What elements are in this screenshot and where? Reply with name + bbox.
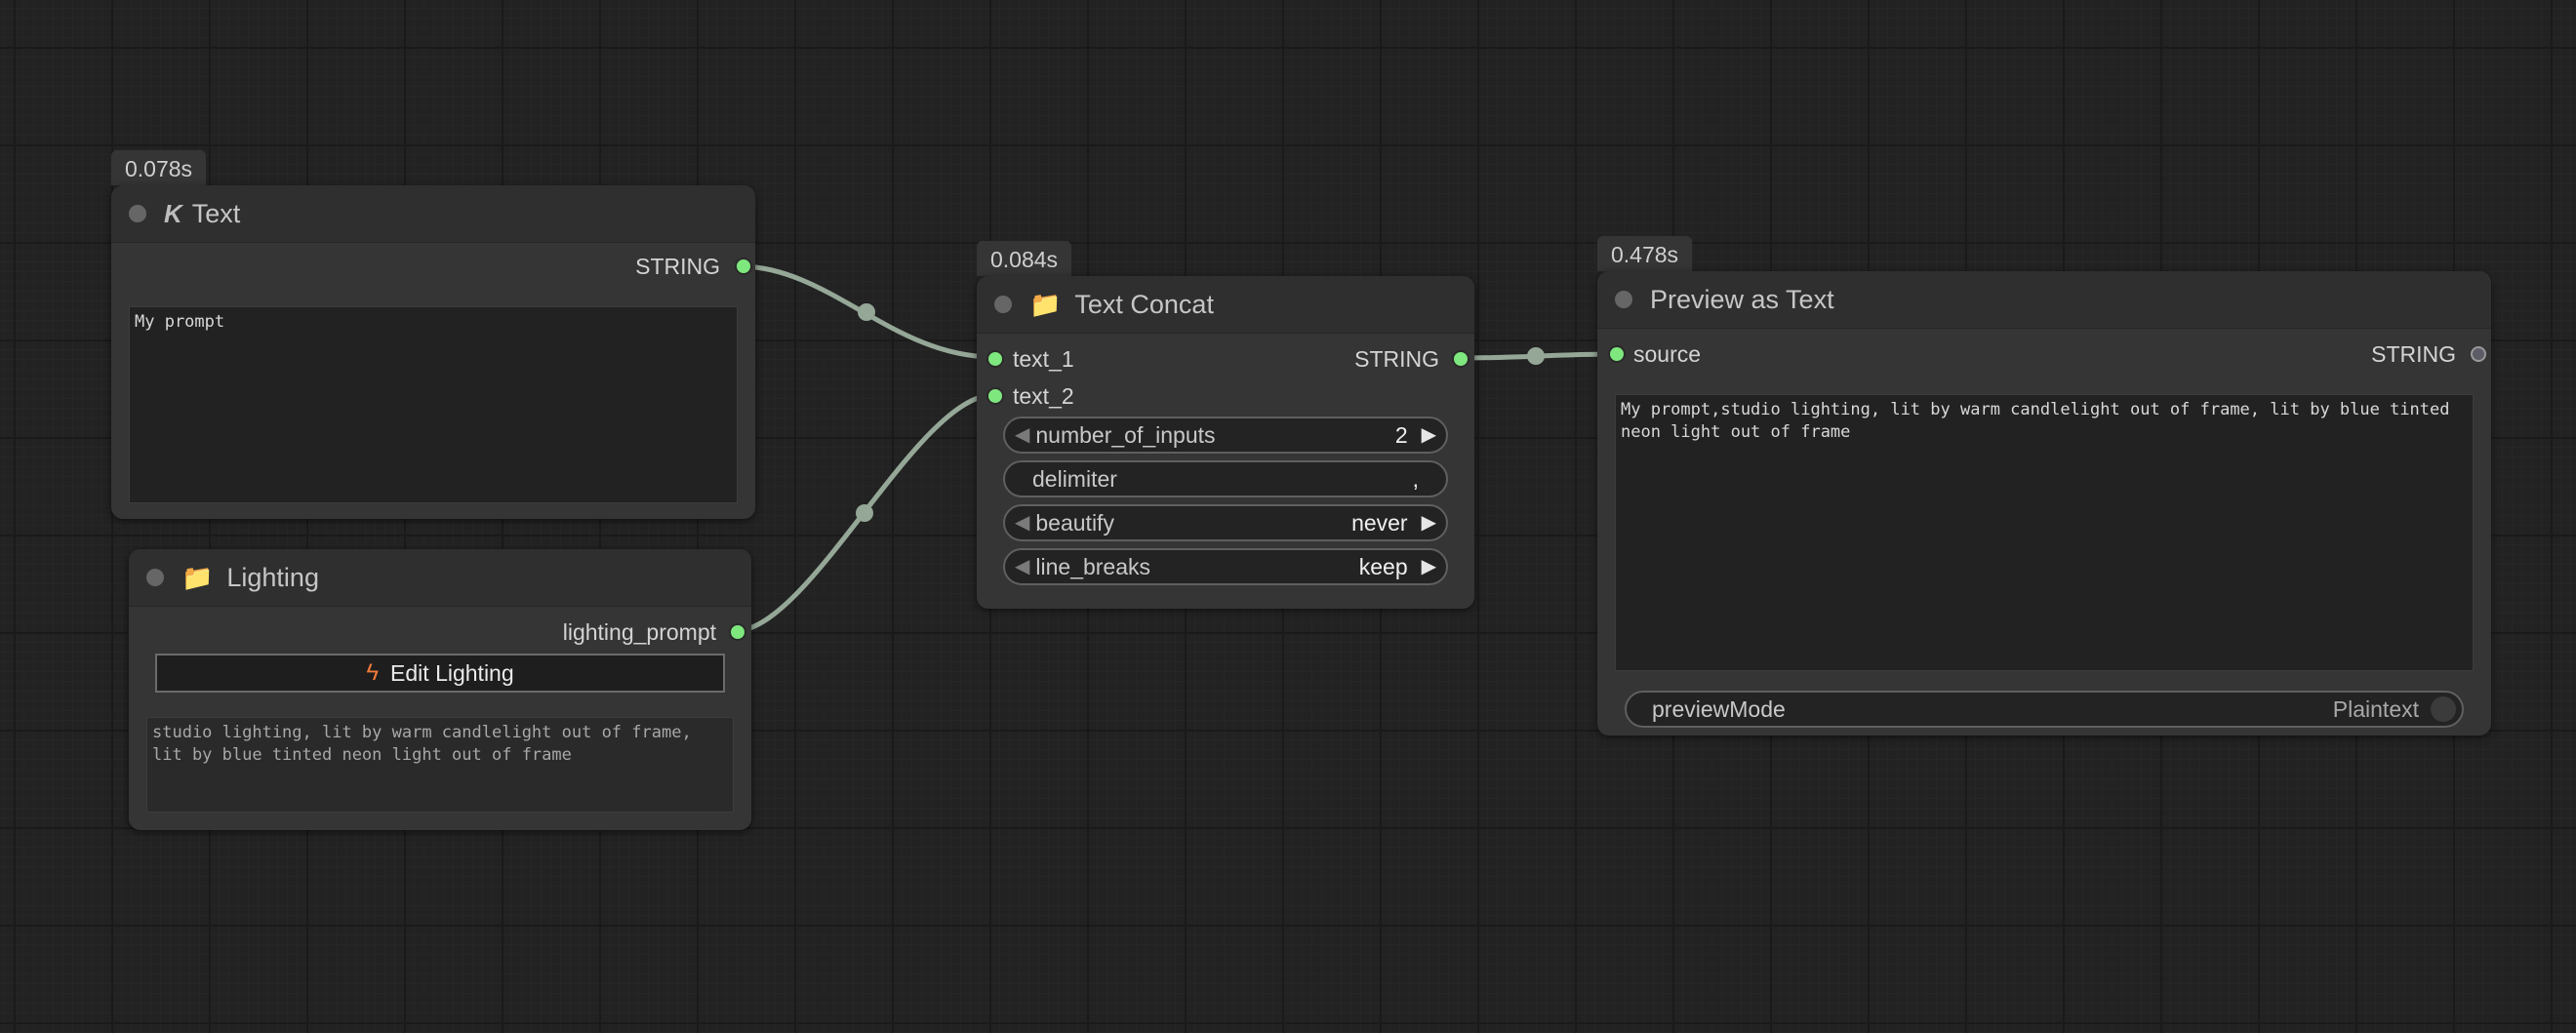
text-concat-node[interactable]: 📁 Text Concat text_1 text_2 STRING ◀ num… bbox=[977, 276, 1474, 609]
collapse-toggle-icon[interactable] bbox=[146, 569, 164, 586]
output-slot-label: STRING bbox=[1354, 346, 1439, 372]
decrement-arrow-icon[interactable]: ◀ bbox=[1015, 557, 1029, 576]
widget-value: 2 bbox=[1394, 421, 1408, 448]
output-slot-string[interactable] bbox=[1452, 350, 1469, 368]
collapse-toggle-icon[interactable] bbox=[129, 205, 146, 222]
input-slot-source[interactable] bbox=[1608, 345, 1626, 363]
input-slot-label: text_2 bbox=[1013, 383, 1074, 409]
execution-time-badge: 0.078s bbox=[111, 150, 207, 185]
input-slot-label: text_1 bbox=[1013, 346, 1074, 372]
toggle-knob-icon[interactable] bbox=[2431, 696, 2456, 722]
node-title-bar[interactable]: 📁 Lighting bbox=[129, 549, 751, 607]
node-title-bar[interactable]: K Text bbox=[111, 185, 755, 243]
delimiter-widget[interactable]: delimiter , bbox=[1003, 460, 1448, 497]
output-slot-label: STRING bbox=[635, 254, 720, 279]
folder-icon: 📁 bbox=[181, 563, 214, 592]
widget-label: beautify bbox=[1035, 509, 1114, 536]
widget-label: previewMode bbox=[1652, 695, 1786, 722]
decrement-arrow-icon[interactable]: ◀ bbox=[1015, 425, 1029, 445]
node-title: Text bbox=[191, 198, 241, 228]
output-slot-label: lighting_prompt bbox=[562, 619, 716, 645]
node-title: Lighting bbox=[226, 562, 319, 592]
execution-time-badge: 0.478s bbox=[1597, 236, 1693, 271]
node-title: Text Concat bbox=[1074, 289, 1214, 319]
text-node[interactable]: K Text STRING My prompt bbox=[111, 185, 755, 519]
increment-arrow-icon[interactable]: ▶ bbox=[1422, 557, 1436, 576]
edit-lighting-button[interactable]: ϟ Edit Lighting bbox=[155, 654, 725, 693]
preview-text-area[interactable]: My prompt,studio lighting, lit by warm c… bbox=[1615, 394, 2474, 671]
widget-label: number_of_inputs bbox=[1035, 421, 1216, 448]
widget-value: keep bbox=[1358, 553, 1408, 579]
node-title: Preview as Text bbox=[1650, 284, 1834, 314]
output-slot-lighting-prompt[interactable] bbox=[729, 623, 746, 641]
output-slot-label: STRING bbox=[2371, 341, 2456, 367]
beautify-widget[interactable]: ◀ beautify never ▶ bbox=[1003, 504, 1448, 541]
lighting-text-area[interactable]: studio lighting, lit by warm candlelight… bbox=[146, 717, 734, 813]
preview-mode-toggle[interactable]: previewMode Plaintext bbox=[1625, 691, 2464, 728]
number-of-inputs-widget[interactable]: ◀ number_of_inputs 2 ▶ bbox=[1003, 417, 1448, 454]
execution-time-badge: 0.084s bbox=[977, 241, 1072, 276]
lighting-node[interactable]: 📁 Lighting lighting_prompt ϟ Edit Lighti… bbox=[129, 549, 751, 830]
lightning-bolt-icon: ϟ bbox=[366, 659, 380, 686]
widget-value: never bbox=[1351, 509, 1408, 536]
widget-label: delimiter bbox=[1032, 465, 1117, 492]
widget-value: , bbox=[1412, 465, 1419, 492]
output-slot-string[interactable] bbox=[735, 258, 752, 275]
preview-as-text-node[interactable]: Preview as Text source STRING My prompt,… bbox=[1597, 271, 2491, 735]
line-breaks-widget[interactable]: ◀ line_breaks keep ▶ bbox=[1003, 548, 1448, 585]
node-title-bar[interactable]: Preview as Text bbox=[1597, 271, 2491, 329]
increment-arrow-icon[interactable]: ▶ bbox=[1422, 425, 1436, 445]
input-slot-text-2[interactable] bbox=[986, 387, 1004, 405]
widget-value: Plaintext bbox=[2332, 695, 2419, 722]
output-slot-string[interactable] bbox=[2471, 346, 2486, 362]
increment-arrow-icon[interactable]: ▶ bbox=[1422, 513, 1436, 533]
edit-lighting-label: Edit Lighting bbox=[390, 659, 514, 686]
decrement-arrow-icon[interactable]: ◀ bbox=[1015, 513, 1029, 533]
collapse-toggle-icon[interactable] bbox=[1615, 291, 1632, 308]
node-title-bar[interactable]: 📁 Text Concat bbox=[977, 276, 1474, 334]
collapse-toggle-icon[interactable] bbox=[994, 296, 1012, 313]
input-slot-text-1[interactable] bbox=[986, 350, 1004, 368]
widget-label: line_breaks bbox=[1035, 553, 1151, 579]
k-logo-icon: K bbox=[164, 198, 182, 228]
input-slot-label: source bbox=[1633, 341, 1702, 367]
prompt-text-area[interactable]: My prompt bbox=[129, 306, 738, 503]
folder-icon: 📁 bbox=[1029, 290, 1062, 319]
